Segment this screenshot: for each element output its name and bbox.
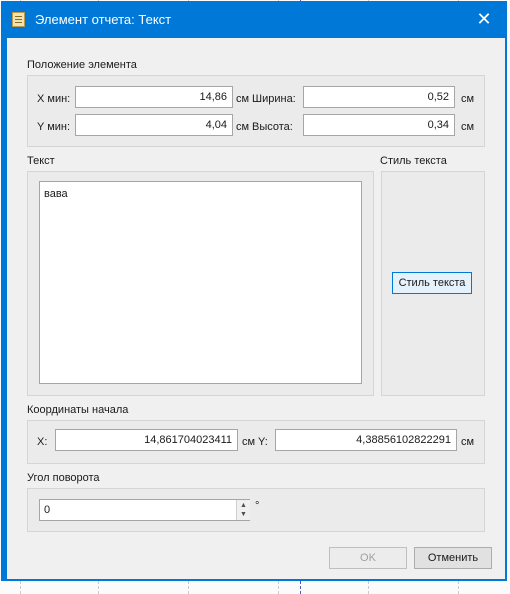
origin-y-unit: см [461, 436, 475, 448]
window-title: Элемент отчета: Текст [35, 12, 172, 27]
dialog-body: Положение элемента X мин: 14,86 см Ширин… [7, 38, 505, 579]
xmin-unit: см [236, 93, 250, 105]
ok-button[interactable]: OK [329, 547, 407, 569]
spinbox-arrows[interactable]: ▲ ▼ [236, 500, 250, 520]
cancel-button[interactable]: Отменить [414, 547, 492, 569]
rotation-group-title: Угол поворота [27, 472, 100, 484]
origin-x-unit: см [242, 436, 256, 448]
width-unit: см [461, 93, 475, 105]
text-group-title: Текст [27, 155, 55, 167]
close-button[interactable]: ✕ [461, 1, 507, 38]
ymin-unit: см [236, 121, 250, 133]
origin-x-label: X: [37, 436, 48, 448]
position-group-title: Положение элемента [27, 59, 137, 71]
height-label: Высота: [252, 121, 293, 133]
width-field[interactable]: 0,52 [303, 86, 455, 108]
origin-x-field[interactable]: 14,861704023411 [55, 429, 238, 451]
origin-y-label: Y: [258, 436, 268, 448]
xmin-field[interactable]: 14,86 [75, 86, 233, 108]
rotation-spinbox[interactable]: 0 [39, 499, 250, 521]
spin-up-icon[interactable]: ▲ [240, 502, 247, 509]
spin-down-icon[interactable]: ▼ [240, 511, 247, 518]
origin-group-title: Координаты начала [27, 404, 129, 416]
height-field[interactable]: 0,34 [303, 114, 455, 136]
ymin-label: Y мин: [37, 121, 71, 133]
width-label: Ширина: [252, 93, 296, 105]
document-icon [12, 12, 25, 27]
text-style-group-title: Стиль текста [380, 155, 447, 167]
rotation-unit: ° [255, 500, 260, 512]
dialog-window: Элемент отчета: Текст ✕ Положение элемен… [1, 1, 507, 581]
title-bar[interactable]: Элемент отчета: Текст ✕ [1, 1, 507, 38]
origin-y-field[interactable]: 4,38856102822291 [275, 429, 457, 451]
text-style-button[interactable]: Стиль текста [392, 272, 472, 294]
xmin-label: X мин: [37, 93, 71, 105]
ymin-field[interactable]: 4,04 [75, 114, 233, 136]
text-input[interactable]: вава [39, 181, 362, 384]
height-unit: см [461, 121, 475, 133]
